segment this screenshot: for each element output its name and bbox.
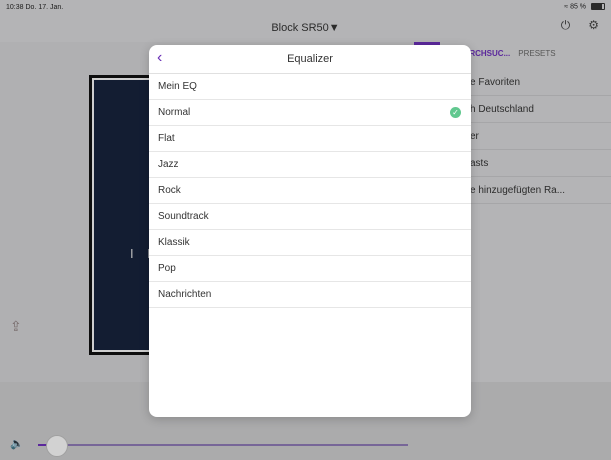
equalizer-option[interactable]: Soundtrack✓ <box>149 204 471 230</box>
equalizer-option[interactable]: Flat✓ <box>149 126 471 152</box>
equalizer-option-label: Normal <box>158 107 191 118</box>
check-icon: ✓ <box>450 107 461 118</box>
equalizer-option-label: Pop <box>158 263 176 274</box>
equalizer-option[interactable]: Normal ✓ <box>149 100 471 126</box>
equalizer-option[interactable]: Jazz✓ <box>149 152 471 178</box>
equalizer-option-label: Jazz <box>158 159 179 170</box>
equalizer-option-label: Nachrichten <box>158 289 212 300</box>
equalizer-option[interactable]: Nachrichten✓ <box>149 282 471 308</box>
dialog-title: Equalizer <box>287 53 333 65</box>
equalizer-option[interactable]: Klassik✓ <box>149 230 471 256</box>
equalizer-option-label: Mein EQ <box>158 81 197 92</box>
equalizer-option-label: Flat <box>158 133 175 144</box>
equalizer-option-label: Rock <box>158 185 181 196</box>
dialog-header: ‹ Equalizer <box>149 45 471 74</box>
equalizer-option[interactable]: Rock✓ <box>149 178 471 204</box>
app-window: 10:38 Do. 17. Jan. ≈ 85 % Block SR50 ▼ ⏻… <box>0 0 611 460</box>
equalizer-option-label: Soundtrack <box>158 211 209 222</box>
equalizer-list: Mein EQ✓Normal✓Flat✓Jazz✓Rock✓Soundtrack… <box>149 74 471 308</box>
equalizer-dialog: ‹ Equalizer Mein EQ✓Normal✓Flat✓Jazz✓Roc… <box>149 45 471 417</box>
chevron-left-icon[interactable]: ‹ <box>157 49 171 67</box>
equalizer-option[interactable]: Mein EQ✓ <box>149 74 471 100</box>
equalizer-option[interactable]: Pop✓ <box>149 256 471 282</box>
equalizer-option-label: Klassik <box>158 237 190 248</box>
